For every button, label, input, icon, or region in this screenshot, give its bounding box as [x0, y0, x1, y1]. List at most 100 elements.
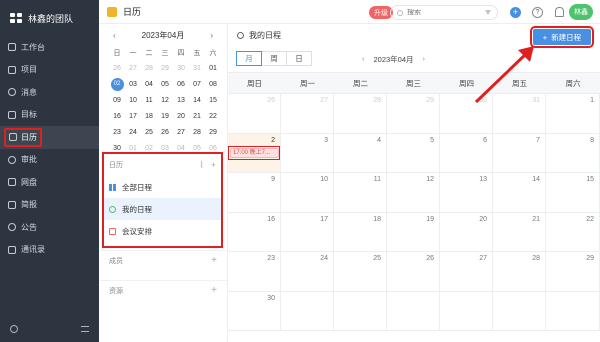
members-section[interactable]: 成员 + [99, 250, 227, 270]
mini-day[interactable]: 19 [157, 113, 173, 120]
mini-day[interactable]: 27 [173, 129, 189, 136]
day-cell[interactable]: 7 [493, 133, 546, 172]
sidebar-item-1[interactable]: 项目 [0, 59, 99, 82]
day-cell[interactable]: 28 [334, 94, 387, 133]
mini-day[interactable]: 06 [205, 145, 221, 152]
sidebar-item-3[interactable]: 目标 [0, 104, 99, 127]
sidebar-item-4[interactable]: 日历 [0, 126, 99, 149]
mini-day[interactable]: 02 [141, 145, 157, 152]
mini-day[interactable]: 04 [173, 145, 189, 152]
collapse-menu-icon[interactable] [81, 326, 89, 332]
day-cell[interactable]: 28 [493, 252, 546, 291]
sidebar-item-6[interactable]: 网盘 [0, 171, 99, 194]
mini-day[interactable]: 26 [109, 65, 125, 72]
day-cell[interactable]: 9 [228, 173, 281, 212]
mini-day[interactable]: 30 [173, 65, 189, 72]
day-cell[interactable]: 23 [228, 252, 281, 291]
mini-day[interactable]: 29 [157, 65, 173, 72]
mini-day[interactable]: 08 [205, 81, 221, 88]
day-cell[interactable] [334, 291, 387, 330]
calendar-list-item[interactable]: 会议安排 [104, 220, 221, 242]
day-cell[interactable]: 29 [546, 252, 600, 291]
mini-day[interactable]: 24 [125, 129, 141, 136]
day-cell[interactable]: 6 [440, 133, 493, 172]
day-cell[interactable]: 10 [281, 173, 334, 212]
day-cell[interactable]: 15 [546, 173, 600, 212]
mini-day[interactable]: 28 [141, 65, 157, 72]
mini-day[interactable]: 09 [109, 97, 125, 104]
sidebar-item-2[interactable]: 消息 [0, 81, 99, 104]
mini-day[interactable]: 17 [125, 113, 141, 120]
resources-section[interactable]: 资源 + [99, 280, 227, 300]
next-month-icon[interactable]: › [423, 54, 426, 65]
day-cell[interactable] [440, 291, 493, 330]
sidebar-item-9[interactable]: 通讯录 [0, 239, 99, 262]
mini-day[interactable]: 21 [189, 113, 205, 120]
settings-icon[interactable] [10, 325, 18, 333]
day-cell[interactable]: 26 [228, 94, 281, 133]
view-day-button[interactable]: 日 [286, 51, 312, 66]
avatar[interactable]: 林鑫 [569, 4, 593, 20]
day-cell[interactable]: 29 [387, 94, 440, 133]
add-member-icon[interactable]: + [211, 255, 217, 266]
search-input[interactable] [407, 9, 467, 16]
day-cell[interactable]: 19 [387, 212, 440, 251]
mini-day[interactable]: 04 [141, 81, 157, 88]
mini-day[interactable]: 18 [141, 113, 157, 120]
mini-day[interactable]: 03 [157, 145, 173, 152]
mini-day[interactable]: 05 [157, 81, 173, 88]
sidebar-item-8[interactable]: 公告 [0, 216, 99, 239]
day-cell[interactable] [387, 291, 440, 330]
view-week-button[interactable]: 周 [261, 51, 287, 66]
add-resource-icon[interactable]: + [211, 285, 217, 296]
filter-icon[interactable] [485, 10, 491, 15]
rss-icon[interactable]: ⌇ [199, 160, 203, 171]
day-cell[interactable]: 12 [387, 173, 440, 212]
mini-day[interactable]: 02 [109, 77, 125, 91]
mini-day[interactable]: 22 [205, 113, 221, 120]
view-month-button[interactable]: 月 [236, 51, 262, 66]
day-cell[interactable]: 11 [334, 173, 387, 212]
mini-day[interactable]: 26 [157, 129, 173, 136]
day-cell[interactable]: 26 [387, 252, 440, 291]
add-calendar-icon[interactable]: + [211, 160, 216, 171]
mini-day[interactable]: 05 [189, 145, 205, 152]
day-cell[interactable]: 1 [546, 94, 600, 133]
mini-day[interactable]: 03 [125, 81, 141, 88]
day-cell[interactable]: 20 [440, 212, 493, 251]
calendar-list-item[interactable]: 我的日程 [104, 198, 221, 220]
day-cell[interactable]: 25 [334, 252, 387, 291]
mini-day[interactable]: 10 [125, 97, 141, 104]
sidebar-item-0[interactable]: 工作台 [0, 36, 99, 59]
mini-day[interactable]: 07 [189, 81, 205, 88]
day-cell[interactable]: 8 [546, 133, 600, 172]
add-icon[interactable]: + [510, 7, 521, 18]
mini-day[interactable]: 06 [173, 81, 189, 88]
mini-day[interactable]: 20 [173, 113, 189, 120]
day-cell[interactable]: 30 [440, 94, 493, 133]
sidebar-item-7[interactable]: 简报 [0, 194, 99, 217]
mini-day[interactable]: 30 [109, 145, 125, 152]
mini-day[interactable]: 14 [189, 97, 205, 104]
mini-day[interactable]: 28 [189, 129, 205, 136]
day-cell[interactable]: 31 [493, 94, 546, 133]
day-cell[interactable]: 22 [546, 212, 600, 251]
help-icon[interactable]: ? [532, 7, 543, 18]
day-cell[interactable]: 27 [281, 94, 334, 133]
sidebar-item-5[interactable]: 审批 [0, 149, 99, 172]
day-cell[interactable]: 5 [387, 133, 440, 172]
day-cell[interactable] [493, 291, 546, 330]
mini-day[interactable]: 16 [109, 113, 125, 120]
day-cell[interactable]: 24 [281, 252, 334, 291]
day-cell[interactable]: 18 [334, 212, 387, 251]
day-cell[interactable]: 13 [440, 173, 493, 212]
day-cell[interactable]: 16 [228, 212, 281, 251]
mini-day[interactable]: 25 [141, 129, 157, 136]
day-cell[interactable]: 2 17:00 晚上7... [228, 133, 281, 172]
calendar-list-item[interactable]: 全部日程 [104, 176, 221, 198]
mini-day[interactable]: 31 [189, 65, 205, 72]
day-cell[interactable]: 27 [440, 252, 493, 291]
mini-next-month-icon[interactable]: › [210, 31, 213, 40]
day-cell[interactable]: 3 [281, 133, 334, 172]
day-cell[interactable] [281, 291, 334, 330]
